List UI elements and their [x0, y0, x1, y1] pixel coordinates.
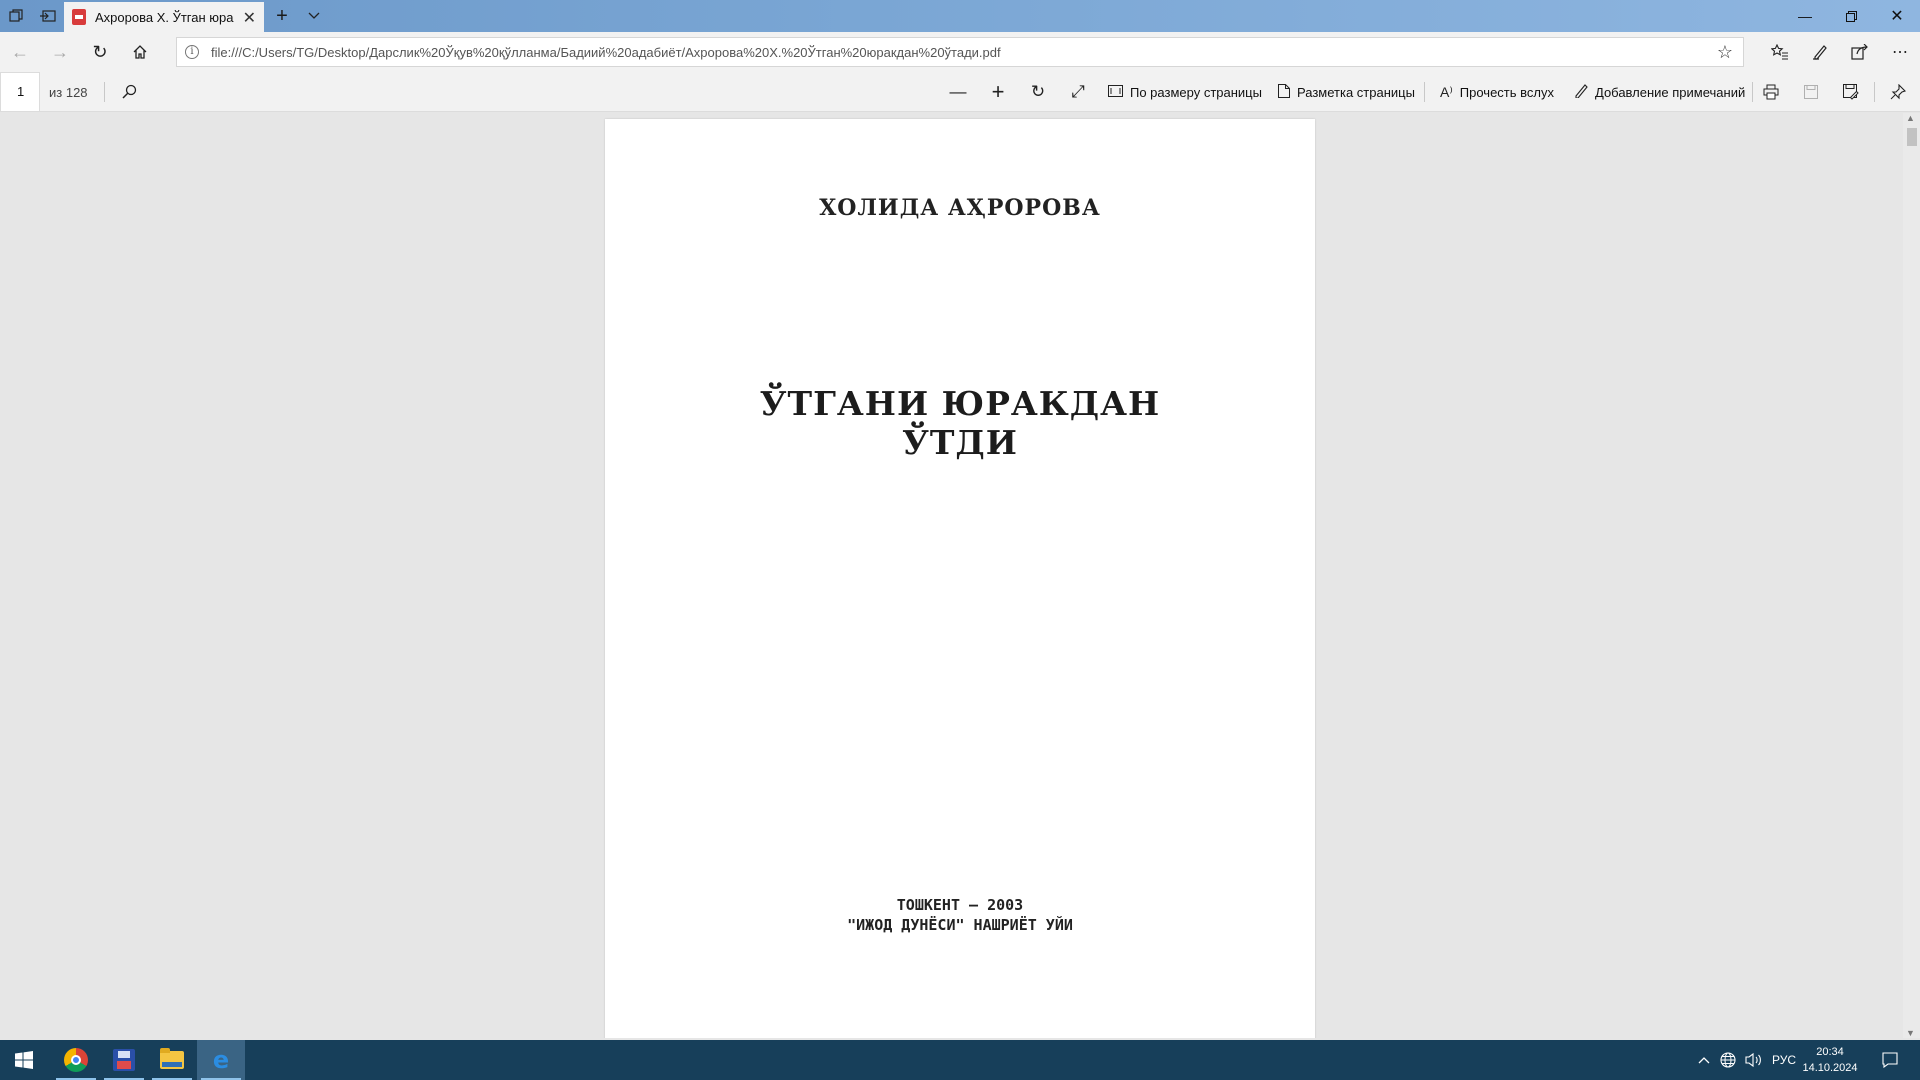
fit-page-icon — [1108, 84, 1123, 100]
pdf-icon — [72, 9, 86, 25]
add-notes-label: Добавление примечаний — [1595, 84, 1746, 100]
book-title-line2: ЎТДИ — [902, 423, 1018, 462]
chevron-up-icon[interactable] — [1694, 1040, 1714, 1080]
address-bar[interactable]: i file:///C:/Users/TG/Desktop/Дарслик%20… — [176, 37, 1744, 67]
pen-icon[interactable] — [1804, 36, 1836, 68]
print-icon[interactable] — [1755, 76, 1787, 108]
volume-icon[interactable] — [1742, 1040, 1766, 1080]
taskbar: e РУС 20:34 14.10.2024 — [0, 1040, 1920, 1080]
scrollbar-thumb[interactable] — [1907, 128, 1917, 146]
fit-to-page-button[interactable]: По размеру страницы — [1108, 76, 1262, 108]
zoom-out-icon[interactable]: — — [942, 76, 974, 108]
page-layout-label: Разметка страницы — [1297, 84, 1415, 100]
divider — [1424, 82, 1425, 102]
page-layout-icon — [1278, 83, 1290, 101]
set-aside-tabs-icon[interactable] — [32, 0, 64, 32]
new-tab-icon[interactable]: + — [266, 0, 298, 32]
divider — [1874, 82, 1875, 102]
page-layout-button[interactable]: Разметка страницы — [1278, 76, 1415, 108]
edge-icon[interactable]: e — [197, 1040, 245, 1080]
system-clock[interactable]: 20:34 14.10.2024 — [1800, 1044, 1860, 1076]
more-options-icon[interactable]: ⋯ — [1884, 36, 1916, 68]
forward-icon[interactable]: → — [44, 36, 76, 68]
language-indicator[interactable]: РУС — [1770, 1040, 1798, 1080]
close-button[interactable]: ✕ — [1874, 0, 1920, 32]
chrome-icon[interactable] — [52, 1040, 100, 1080]
tab-active[interactable]: Ахророва Х. Ўтган юра ✕ — [64, 2, 264, 32]
book-author: ХОЛИДА АҲРОРОВА — [819, 195, 1101, 221]
page-total: из 128 — [49, 85, 88, 100]
page-number-input[interactable]: 1 — [0, 72, 40, 112]
add-notes-button[interactable]: Добавление примечаний — [1574, 76, 1745, 108]
title-bar: Ахророва Х. Ўтган юра ✕ + — ✕ — [0, 0, 1920, 32]
pdf-toolbar: 1 из 128 — + ↻ ⤢ По размеру страницы Раз… — [0, 72, 1920, 112]
info-icon[interactable]: i — [185, 45, 199, 59]
rotate-icon[interactable]: ↻ — [1022, 76, 1054, 108]
save-icon[interactable] — [1795, 76, 1827, 108]
share-icon[interactable] — [1844, 36, 1876, 68]
chevron-down-icon[interactable] — [298, 0, 330, 32]
read-aloud-button[interactable]: A⁾ Прочесть вслух — [1440, 76, 1554, 108]
tab-manager-icon[interactable] — [0, 0, 32, 32]
notification-center-icon[interactable] — [1870, 1040, 1910, 1080]
clock-time: 20:34 — [1816, 1046, 1844, 1058]
navigation-bar: ← → ↻ i file:///C:/Users/TG/Desktop/Дарс… — [0, 32, 1920, 72]
tab-close-icon[interactable]: ✕ — [243, 8, 256, 28]
fullscreen-icon[interactable]: ⤢ — [1062, 76, 1094, 108]
publisher-name: "ИЖОД ДУНЁСИ" НАШРИЁТ УЙИ — [847, 916, 1073, 934]
minimize-button[interactable]: — — [1782, 0, 1828, 32]
save-as-icon[interactable] — [1835, 76, 1867, 108]
divider — [104, 82, 105, 102]
read-aloud-icon: A⁾ — [1440, 83, 1453, 100]
search-icon[interactable] — [113, 76, 145, 108]
windows-start-icon[interactable] — [0, 1040, 48, 1080]
tab-title: Ахророва Х. Ўтган юра — [95, 9, 234, 25]
book-title-line1: ЎТГАНИ ЮРАКДАН — [759, 384, 1161, 423]
fit-to-page-label: По размеру страницы — [1130, 84, 1262, 100]
divider — [1752, 82, 1753, 102]
clock-date: 14.10.2024 — [1802, 1062, 1858, 1074]
pdf-page: ХОЛИДА АҲРОРОВА ЎТГАНИ ЮРАКДАН ЎТДИ ТОШК… — [605, 119, 1315, 1038]
network-globe-icon[interactable] — [1716, 1040, 1740, 1080]
scroll-down-icon[interactable]: ▼ — [1906, 1028, 1915, 1038]
favorites-list-icon[interactable] — [1764, 36, 1796, 68]
vertical-scrollbar[interactable]: ▲ ▼ — [1903, 113, 1920, 1038]
file-explorer-icon[interactable] — [148, 1040, 196, 1080]
zoom-in-icon[interactable]: + — [982, 76, 1014, 108]
refresh-icon[interactable]: ↻ — [84, 36, 116, 68]
favorite-star-icon[interactable]: ☆ — [1717, 42, 1733, 63]
read-aloud-label: Прочесть вслух — [1459, 84, 1554, 100]
publication-city-year: ТОШКЕНТ — 2003 — [896, 896, 1024, 914]
scroll-up-icon[interactable]: ▲ — [1906, 113, 1915, 123]
home-icon[interactable] — [124, 36, 156, 68]
url-text[interactable]: file:///C:/Users/TG/Desktop/Дарслик%20Ўқ… — [211, 45, 1001, 60]
save-icon[interactable] — [100, 1040, 148, 1080]
restore-button[interactable] — [1828, 0, 1874, 32]
pen-icon — [1574, 83, 1588, 101]
pin-toolbar-icon[interactable] — [1882, 76, 1914, 108]
pdf-viewport[interactable]: ХОЛИДА АҲРОРОВА ЎТГАНИ ЮРАКДАН ЎТДИ ТОШК… — [0, 113, 1920, 1038]
back-icon[interactable]: ← — [4, 36, 36, 68]
